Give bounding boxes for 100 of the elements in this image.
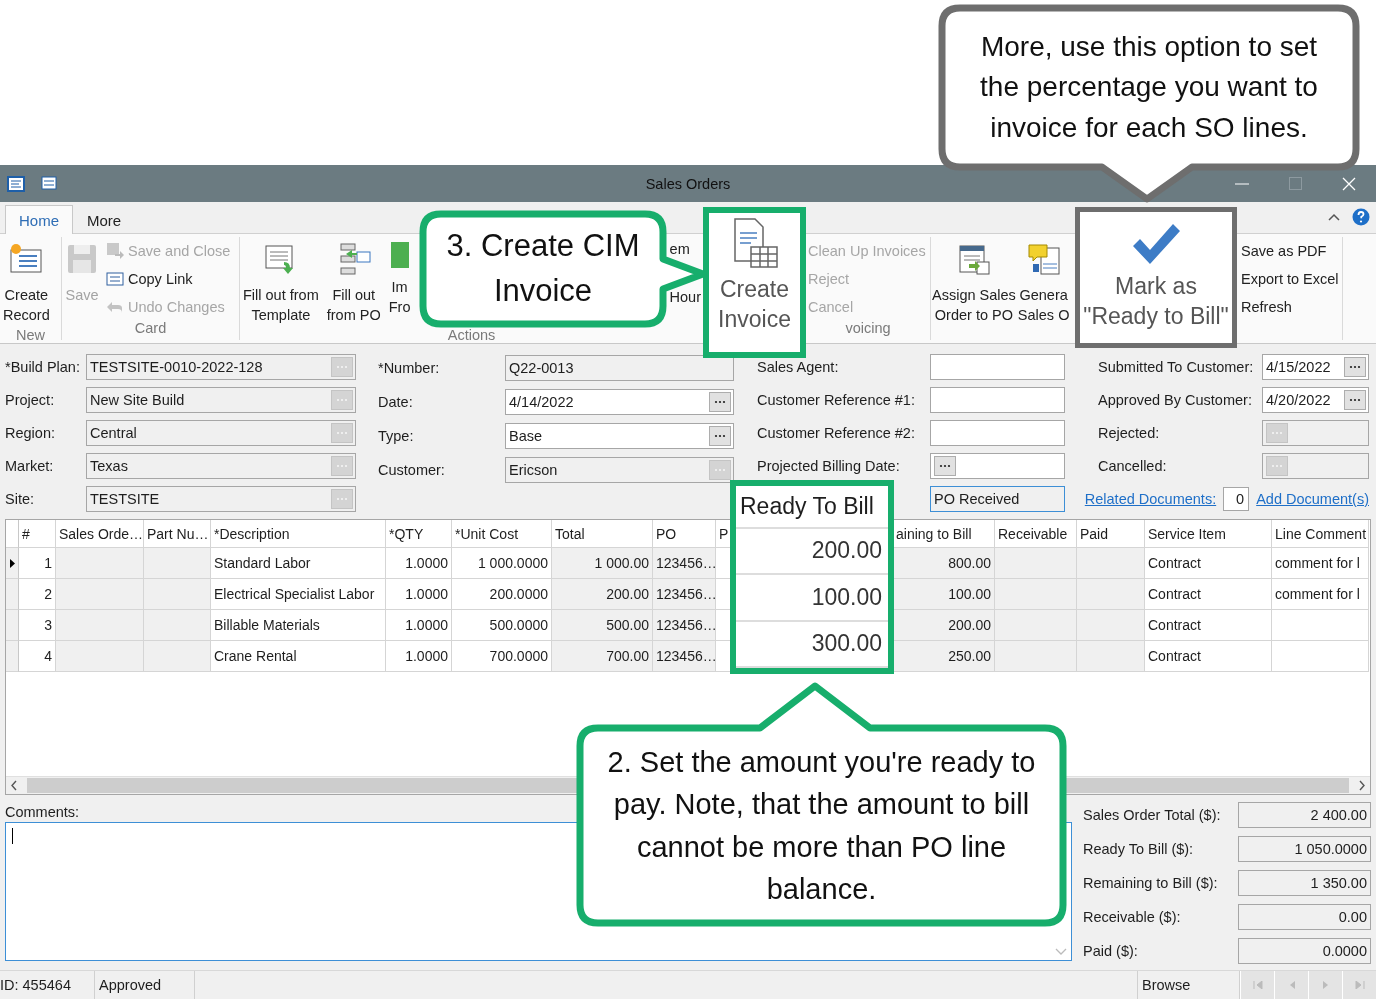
- field-label: Site:: [5, 490, 34, 507]
- ribbon-button[interactable]: Hour: [667, 286, 703, 308]
- text-field[interactable]: [930, 387, 1065, 414]
- table-cell: 500.00: [552, 610, 653, 641]
- ribbon-tab[interactable]: Home: [5, 205, 73, 234]
- column-header[interactable]: Total: [555, 525, 585, 542]
- table-cell: 250.00: [893, 641, 995, 672]
- table-cell: 1.0000: [386, 579, 452, 610]
- column-header[interactable]: Part Nu…: [147, 525, 209, 542]
- column-header[interactable]: Sales Orde…: [59, 525, 143, 542]
- table-cell: Crane Rental: [211, 641, 386, 672]
- field-label: *Number:: [378, 360, 440, 376]
- lookup-button[interactable]: [709, 392, 731, 412]
- total-label: Remaining to Bill ($):: [1083, 875, 1218, 891]
- total-label: Paid ($):: [1083, 943, 1138, 959]
- ribbon-button[interactable]: Fill out from PO: [323, 240, 384, 328]
- total-field: 1 050.0000: [1238, 836, 1371, 862]
- column-header[interactable]: PO: [656, 525, 677, 542]
- column-header[interactable]: aining to Bill: [896, 525, 972, 542]
- ribbon-button[interactable]: em: [667, 238, 703, 260]
- field-label: Approved By Customer:: [1098, 392, 1252, 409]
- ribbon-button[interactable]: Export to Excel: [1239, 268, 1341, 290]
- lookup-button[interactable]: [934, 455, 956, 476]
- table-cell: Contract: [1145, 610, 1272, 641]
- lookup-field[interactable]: 4/15/2022: [1262, 354, 1369, 381]
- ribbon-button[interactable]: Im Fro: [385, 240, 414, 320]
- table-cell: Electrical Specialist Labor: [211, 579, 386, 610]
- comments-label: Comments:: [5, 804, 80, 822]
- ellipsis-icon: [1349, 398, 1361, 403]
- column-header[interactable]: Receivable: [998, 525, 1068, 542]
- ribbon-button[interactable]: Create Record: [0, 240, 53, 328]
- create-invoice-button[interactable]: Create Invoice: [718, 213, 791, 335]
- table-cell: 123456…: [653, 579, 716, 610]
- last-record-button[interactable]: [1342, 971, 1376, 999]
- mode-label: Browse: [1142, 977, 1191, 993]
- ribbon-button[interactable]: Assign Sales Order to PO: [931, 240, 1017, 328]
- field-label: Submitted To Customer:: [1098, 359, 1254, 376]
- lookup-field[interactable]: 4/14/2022: [505, 389, 734, 415]
- table-cell: Contract: [1145, 548, 1272, 579]
- column-header[interactable]: Paid: [1080, 525, 1109, 542]
- column-header[interactable]: P: [719, 525, 729, 542]
- text-field[interactable]: [930, 354, 1065, 381]
- help-icon: [1352, 208, 1370, 226]
- lookup-button[interactable]: [1344, 357, 1366, 378]
- column-header[interactable]: *Description: [214, 525, 290, 542]
- lookup-field[interactable]: Base: [505, 423, 734, 449]
- mark-ready-button[interactable]: Mark as "Ready to Bill": [1083, 212, 1229, 332]
- add-document-link[interactable]: Add Document(s): [1256, 490, 1369, 507]
- row-header[interactable]: [6, 548, 19, 579]
- lookup-field[interactable]: [1262, 452, 1369, 479]
- ribbon-button[interactable]: Save as PDF: [1239, 240, 1341, 262]
- text-field[interactable]: [930, 420, 1065, 446]
- ribbon-button[interactable]: Copy Link: [104, 268, 233, 290]
- ellipsis-icon: [336, 365, 348, 370]
- ribbon-button[interactable]: Genera Sales O: [1016, 240, 1071, 328]
- first-icon: [1252, 981, 1263, 989]
- minimize-icon: [1235, 182, 1249, 185]
- column-header[interactable]: *QTY: [389, 525, 424, 542]
- table-cell: 1.0000: [386, 548, 452, 579]
- lookup-field[interactable]: 4/20/2022: [1262, 387, 1369, 414]
- text-field[interactable]: PO Received: [930, 485, 1065, 512]
- ribbon-button[interactable]: Fill out from Template: [240, 240, 322, 328]
- lookup-field[interactable]: Ericson: [505, 457, 734, 483]
- lookup-button[interactable]: [1344, 390, 1366, 411]
- field-label: Market:: [5, 457, 54, 474]
- lookup-field[interactable]: New Site Build: [86, 387, 356, 414]
- text-field[interactable]: Q22-0013: [505, 355, 734, 381]
- total-field: 2 400.00: [1238, 802, 1371, 828]
- maximize-icon: [1289, 177, 1302, 190]
- column-header[interactable]: #: [22, 525, 30, 542]
- group-label: Actions: [447, 327, 496, 344]
- lookup-field[interactable]: [1262, 420, 1369, 446]
- table-cell: 200.00: [811, 537, 882, 565]
- callout-text: More, use this option to set the percentage you want to invoice for each SO lines.: [979, 29, 1319, 145]
- floppy-arrow-icon: [106, 242, 124, 260]
- column-header[interactable]: *Unit Cost: [455, 525, 519, 542]
- table-cell: [144, 641, 211, 672]
- total-field: 0.00: [1238, 904, 1371, 930]
- previous-record-button[interactable]: [1274, 971, 1308, 999]
- column-header[interactable]: Line Comment: [1275, 525, 1367, 542]
- group-label: New: [16, 327, 45, 344]
- first-record-button[interactable]: [1240, 971, 1274, 999]
- ellipsis-icon: [1271, 463, 1283, 468]
- field-label: Project:: [5, 392, 55, 409]
- ribbon-button[interactable]: Refresh: [1239, 296, 1341, 318]
- lookup-field[interactable]: TESTSITE-0010-2022-128: [86, 354, 356, 381]
- field-label: Customer Reference #1:: [757, 392, 915, 409]
- close-icon: [1342, 176, 1356, 191]
- record-id: ID: 455464: [0, 977, 71, 993]
- total-label: Ready To Bill ($):: [1083, 841, 1194, 857]
- lookup-button[interactable]: [709, 426, 731, 446]
- lookup-field[interactable]: Central: [86, 420, 356, 446]
- ribbon-tab[interactable]: More: [73, 205, 136, 234]
- lookup-field[interactable]: [930, 452, 1065, 479]
- related-documents-link[interactable]: Related Documents:: [1084, 490, 1217, 507]
- column-header[interactable]: Service Item: [1148, 525, 1226, 542]
- lookup-field[interactable]: TESTSITE: [86, 485, 356, 512]
- table-cell: 100.00: [811, 583, 882, 611]
- next-record-button[interactable]: [1308, 971, 1342, 999]
- lookup-field[interactable]: Texas: [86, 452, 356, 479]
